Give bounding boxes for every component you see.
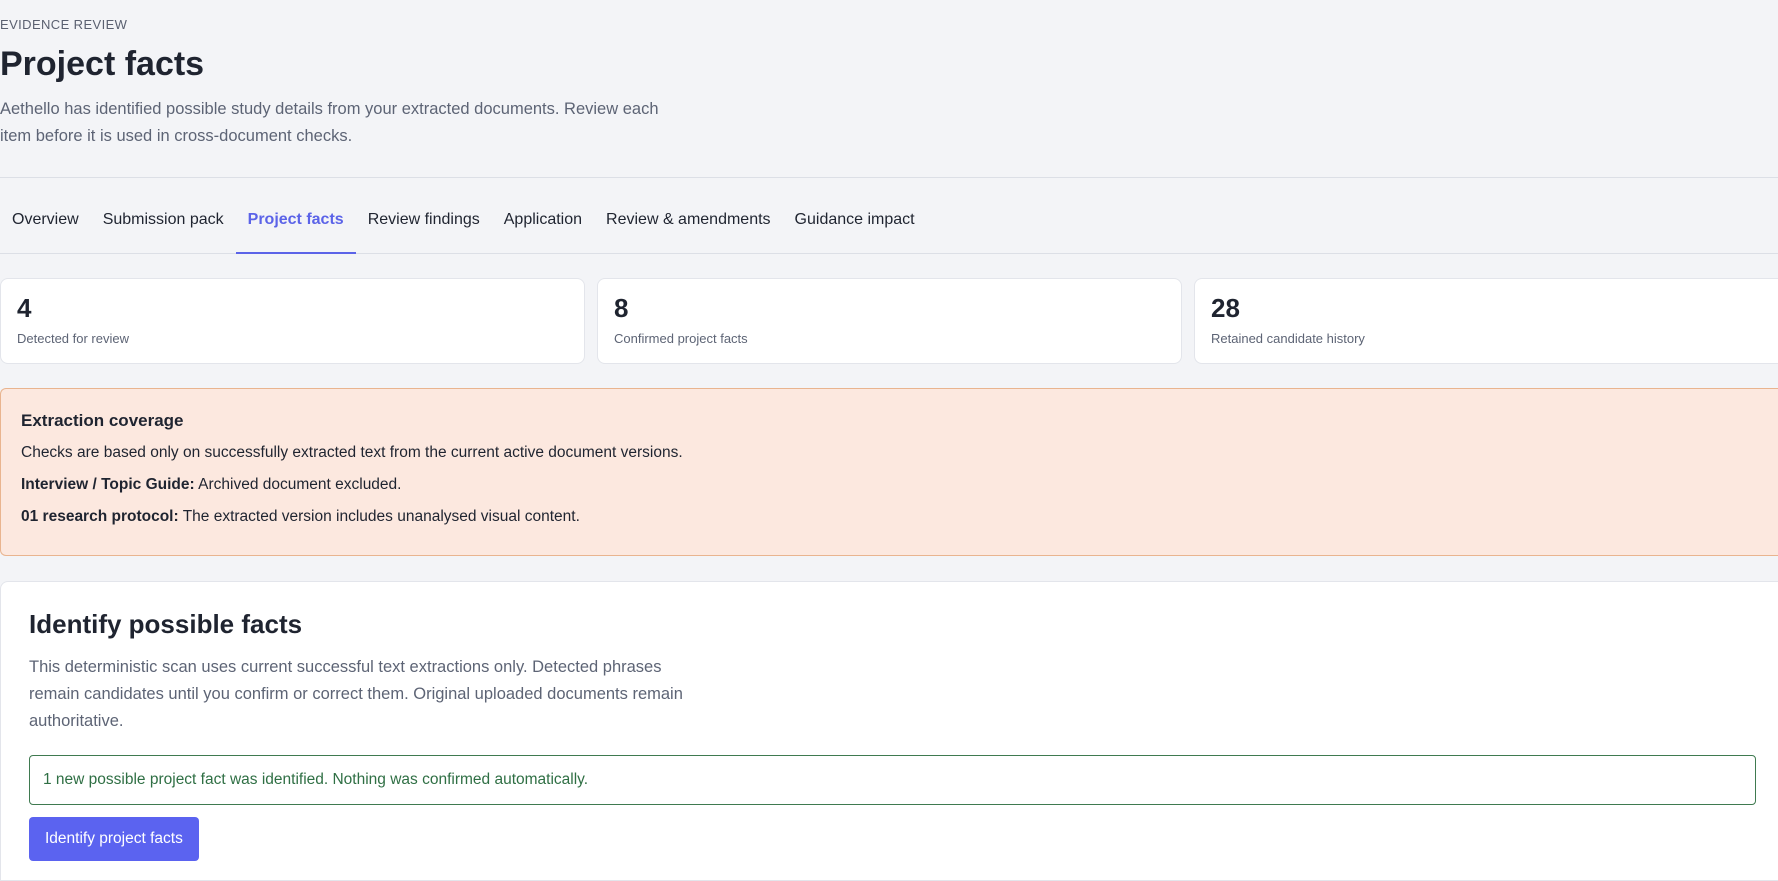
- coverage-item-text: The extracted version includes unanalyse…: [182, 508, 580, 525]
- stats-row: 4 Detected for review 8 Confirmed projec…: [0, 278, 1778, 364]
- identify-project-facts-button[interactable]: Identify project facts: [29, 817, 199, 861]
- page-header: EVIDENCE REVIEW Project facts Aethello h…: [0, 0, 1778, 150]
- extraction-coverage-alert: Extraction coverage Checks are based onl…: [0, 388, 1778, 556]
- stat-card-confirmed: 8 Confirmed project facts: [597, 278, 1182, 364]
- coverage-item: 01 research protocol: The extracted vers…: [21, 507, 1758, 527]
- stat-value: 4: [17, 293, 32, 323]
- tab-bar: Overview Submission pack Project facts R…: [0, 178, 1778, 254]
- coverage-intro: Checks are based only on successfully ex…: [21, 444, 683, 461]
- eyebrow-label: EVIDENCE REVIEW: [0, 17, 128, 32]
- success-notice: 1 new possible project fact was identifi…: [29, 755, 1756, 805]
- page-title: Project facts: [0, 45, 205, 83]
- coverage-item-label: 01 research protocol:: [21, 508, 179, 525]
- coverage-item-label: Interview / Topic Guide:: [21, 476, 195, 493]
- stat-card-retained: 28 Retained candidate history: [1194, 278, 1778, 364]
- stat-label: Detected for review: [17, 331, 129, 346]
- tab-project-facts[interactable]: Project facts: [235, 178, 356, 254]
- stat-value: 8: [614, 293, 629, 323]
- identify-facts-panel: Identify possible facts This determinist…: [0, 581, 1778, 881]
- page-description: Aethello has identified possible study d…: [0, 100, 659, 145]
- tab-overview[interactable]: Overview: [0, 178, 91, 253]
- stat-value: 28: [1211, 293, 1240, 323]
- stat-label: Retained candidate history: [1211, 331, 1365, 346]
- stat-card-detected: 4 Detected for review: [0, 278, 585, 364]
- tab-guidance-impact[interactable]: Guidance impact: [783, 178, 927, 253]
- coverage-item: Interview / Topic Guide: Archived docume…: [21, 475, 1758, 495]
- identify-description: This deterministic scan uses current suc…: [29, 658, 683, 730]
- stat-label: Confirmed project facts: [614, 331, 748, 346]
- coverage-item-text: Archived document excluded.: [198, 476, 402, 493]
- coverage-title: Extraction coverage: [21, 411, 184, 430]
- tab-review-amendments[interactable]: Review & amendments: [594, 178, 783, 253]
- tab-review-findings[interactable]: Review findings: [356, 178, 492, 253]
- identify-title: Identify possible facts: [29, 609, 303, 639]
- tab-application[interactable]: Application: [492, 178, 594, 253]
- tab-submission-pack[interactable]: Submission pack: [91, 178, 236, 253]
